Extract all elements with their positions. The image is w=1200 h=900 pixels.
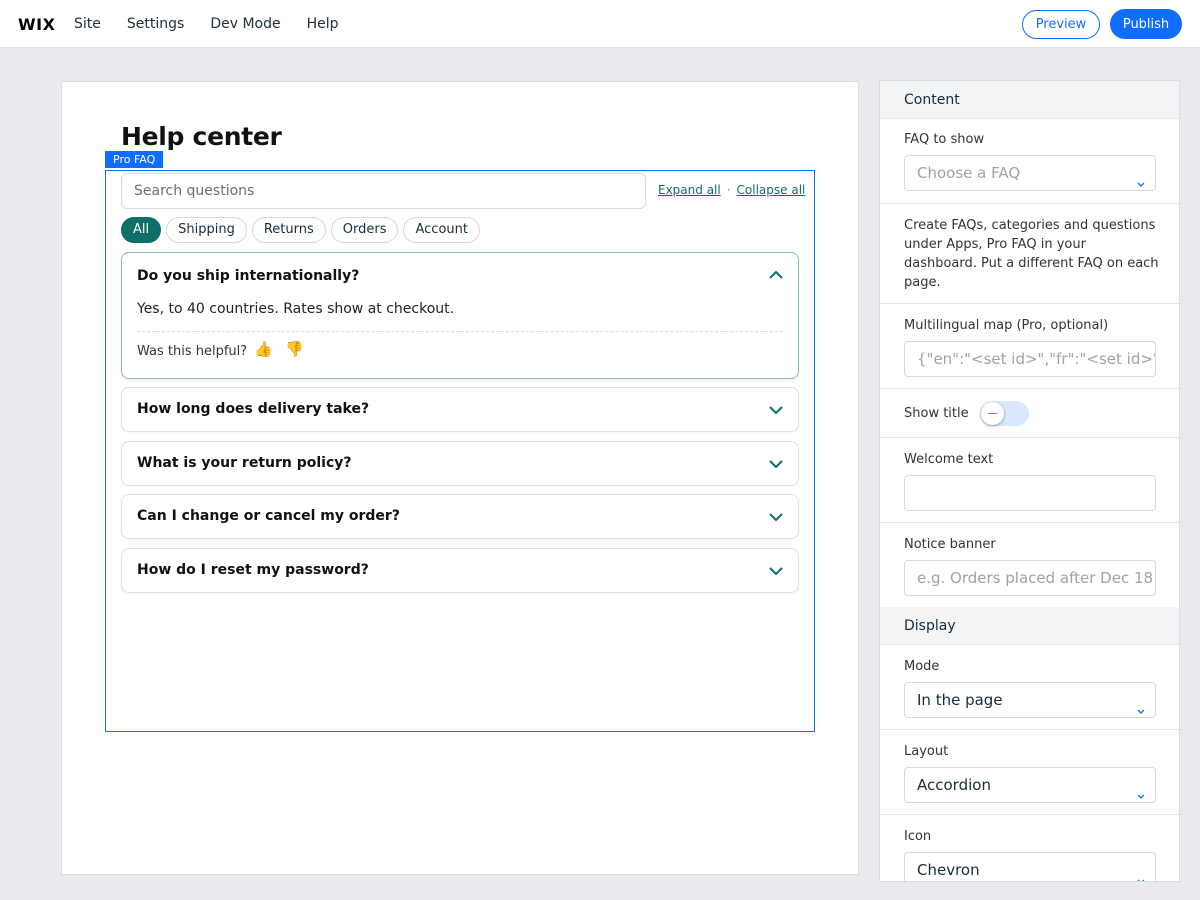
faq-help-text: Create FAQs, categories and questions un… xyxy=(904,218,1159,290)
answer-divider xyxy=(137,331,783,332)
divider xyxy=(880,303,1179,304)
chevron-down-icon[interactable] xyxy=(767,455,785,473)
chevron-down-icon[interactable] xyxy=(767,401,785,419)
icon-select[interactable]: Chevron xyxy=(904,852,1156,881)
faq-item[interactable]: How do I reset my password? xyxy=(121,548,799,593)
top-menu: Site Settings Dev Mode Help xyxy=(74,16,365,32)
faq-item[interactable]: Can I change or cancel my order? xyxy=(121,494,799,539)
thumbs-down-icon[interactable]: 👎 xyxy=(285,340,304,358)
helpful-label: Was this helpful? xyxy=(137,344,248,359)
welcome-text-label: Welcome text xyxy=(904,452,994,467)
faq-item[interactable]: What is your return policy? xyxy=(121,441,799,486)
divider xyxy=(880,729,1179,730)
link-separator: · xyxy=(726,183,731,197)
chevron-down-icon[interactable] xyxy=(767,508,785,526)
menu-site[interactable]: Site xyxy=(74,16,101,32)
faq-question[interactable]: How long does delivery take? xyxy=(137,401,369,417)
faq-question[interactable]: Do you ship internationally? xyxy=(137,268,359,284)
divider xyxy=(880,522,1179,523)
notice-banner-input[interactable]: e.g. Orders placed after Dec 18 xyxy=(904,560,1156,596)
mode-select[interactable]: In the page xyxy=(904,682,1156,718)
page-canvas: Help center Pro FAQ Search questions Exp… xyxy=(61,81,859,875)
display-section-header: Display xyxy=(880,607,1179,645)
mode-label: Mode xyxy=(904,659,940,674)
divider xyxy=(880,437,1179,438)
multilingual-input[interactable]: {"en":"<set id>","fr":"<set id>"} xyxy=(904,341,1156,377)
chip-orders[interactable]: Orders xyxy=(330,217,399,243)
page-title[interactable]: Help center xyxy=(121,122,282,151)
chevron-down-icon xyxy=(1135,780,1147,799)
faq-question[interactable]: What is your return policy? xyxy=(137,455,352,471)
notice-banner-label: Notice banner xyxy=(904,537,996,552)
menu-dev-mode[interactable]: Dev Mode xyxy=(210,16,280,32)
layout-select[interactable]: Accordion xyxy=(904,767,1156,803)
icon-select-value: Chevron xyxy=(917,861,980,879)
welcome-text-input[interactable] xyxy=(904,475,1156,511)
toggle-knob xyxy=(981,402,1004,425)
show-title-toggle[interactable] xyxy=(980,401,1029,426)
expand-collapse-links: Expand all · Collapse all xyxy=(658,183,805,197)
pro-faq-widget[interactable]: Search questions Expand all · Collapse all… xyxy=(105,170,815,732)
faq-answer: Yes, to 40 countries. Rates show at chec… xyxy=(137,301,455,317)
preview-button[interactable]: Preview xyxy=(1022,10,1100,39)
layout-select-value: Accordion xyxy=(917,776,991,794)
chevron-down-icon xyxy=(1135,865,1147,881)
chevron-up-icon[interactable] xyxy=(767,266,785,284)
faq-search-input[interactable]: Search questions xyxy=(121,173,646,209)
chip-returns[interactable]: Returns xyxy=(251,217,326,243)
settings-panel: Content FAQ to show Choose a FAQ Create … xyxy=(879,80,1180,882)
faq-select-value: Choose a FAQ xyxy=(917,164,1021,182)
icon-label: Icon xyxy=(904,829,932,844)
editor-topbar: WIX Site Settings Dev Mode Help Preview … xyxy=(0,0,1200,48)
mode-select-value: In the page xyxy=(917,691,1003,709)
menu-settings[interactable]: Settings xyxy=(127,16,184,32)
divider xyxy=(880,388,1179,389)
multilingual-label: Multilingual map (Pro, optional) xyxy=(904,318,1109,333)
faq-question[interactable]: How do I reset my password? xyxy=(137,562,369,578)
publish-button[interactable]: Publish xyxy=(1110,9,1182,39)
divider xyxy=(880,814,1179,815)
content-section-header: Content xyxy=(880,81,1179,119)
chevron-down-icon[interactable] xyxy=(767,562,785,580)
chevron-down-icon xyxy=(1135,695,1147,714)
expand-all-link[interactable]: Expand all xyxy=(658,183,721,197)
wix-logo[interactable]: WIX xyxy=(18,15,55,34)
chip-account[interactable]: Account xyxy=(403,217,480,243)
chip-shipping[interactable]: Shipping xyxy=(166,217,247,243)
widget-selection-tag: Pro FAQ xyxy=(105,151,164,168)
chevron-down-icon xyxy=(1135,168,1147,187)
show-title-label: Show title xyxy=(904,406,969,421)
faq-item[interactable]: How long does delivery take? xyxy=(121,387,799,432)
layout-label: Layout xyxy=(904,744,949,759)
faq-select[interactable]: Choose a FAQ xyxy=(904,155,1156,191)
thumbs-up-icon[interactable]: 👍 xyxy=(254,340,273,358)
faq-to-show-label: FAQ to show xyxy=(904,132,985,147)
category-chips: All Shipping Returns Orders Account xyxy=(121,217,480,243)
divider xyxy=(880,203,1179,204)
collapse-all-link[interactable]: Collapse all xyxy=(737,183,806,197)
menu-help[interactable]: Help xyxy=(307,16,339,32)
faq-question[interactable]: Can I change or cancel my order? xyxy=(137,508,400,524)
chip-all[interactable]: All xyxy=(121,217,162,243)
faq-item-expanded[interactable]: Do you ship internationally? Yes, to 40 … xyxy=(121,252,799,379)
